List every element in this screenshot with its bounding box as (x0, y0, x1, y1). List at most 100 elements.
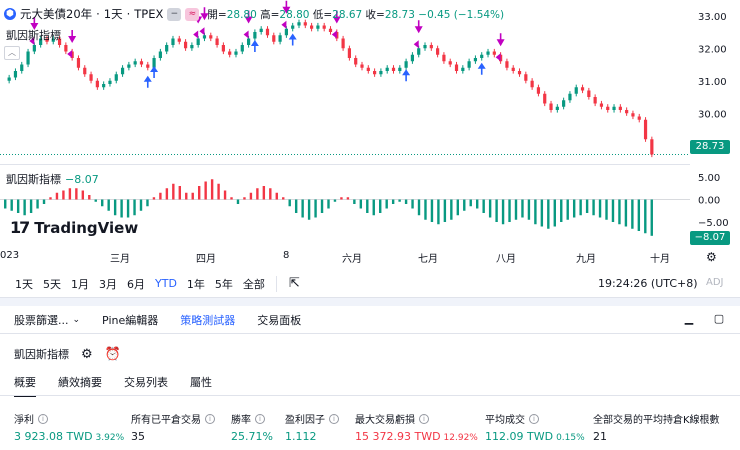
osc-bar (126, 199, 130, 218)
date-range-icon[interactable]: ⇱ (283, 276, 306, 291)
candle-body (625, 110, 629, 114)
symbol-name[interactable]: 元大美債20年 (20, 6, 92, 22)
price-indicator-label[interactable]: 凱因斯指標 (6, 27, 61, 43)
osc-bar (81, 190, 85, 200)
subtab-overview[interactable]: 概要 (14, 374, 36, 397)
info-icon[interactable]: i (255, 413, 265, 424)
range-toolbar: 1天 5天 1月 3月 6月 YTD 1年 5年 全部 ⇱ 19:24:26 (… (0, 270, 740, 298)
time-label: 八月 (496, 254, 516, 265)
time-label: 四月 (196, 254, 216, 265)
pane-divider[interactable] (0, 164, 690, 165)
candle-body (114, 74, 118, 81)
tab-strategy-tester[interactable]: 策略測試器 (180, 312, 235, 328)
strategy-name[interactable]: 凱因斯指標 (14, 346, 69, 362)
candle-body (360, 64, 364, 68)
minimize-icon[interactable]: ▁ (682, 313, 696, 325)
candle-body (391, 67, 396, 71)
range-1m-button[interactable]: 1月 (66, 274, 94, 294)
candle-body (448, 61, 452, 65)
osc-bar (236, 199, 240, 204)
osc-bar (320, 199, 324, 213)
osc-bar (288, 199, 291, 207)
range-3m-button[interactable]: 3月 (94, 274, 122, 294)
osc-bar (185, 192, 188, 200)
candle-body (549, 103, 553, 110)
osc-bar (353, 199, 356, 204)
candle-body (454, 64, 459, 71)
maximize-icon[interactable]: ▢ (712, 313, 726, 325)
candle-body (215, 38, 219, 45)
osc-bar (49, 197, 52, 200)
candle-body (120, 67, 125, 75)
tab-pine-editor[interactable]: Pine編輯器 (102, 312, 158, 328)
subtab-properties[interactable]: 屬性 (190, 374, 212, 397)
tab-trading-panel[interactable]: 交易面板 (257, 312, 301, 328)
candle-body (574, 87, 578, 94)
time-label: 8 (283, 250, 290, 261)
range-6m-button[interactable]: 6月 (122, 274, 150, 294)
candle-body (64, 45, 68, 52)
osc-bar (443, 199, 447, 222)
range-5d-button[interactable]: 5天 (38, 274, 66, 294)
candle-body (253, 32, 257, 39)
candle-body (272, 35, 276, 42)
osc-axis-tick: 0.00 (698, 196, 720, 207)
osc-bar (495, 199, 498, 222)
minus-badge-icon[interactable]: − (167, 7, 182, 21)
range-all-button[interactable]: 全部 (238, 274, 270, 294)
metric-label: 平均成交 (485, 415, 525, 426)
osc-bar (42, 199, 46, 204)
adj-toggle[interactable]: ADJ (706, 277, 724, 288)
osc-bar (553, 199, 556, 227)
subtab-trade-list[interactable]: 交易列表 (124, 374, 168, 397)
tradingview-logo-icon: 𝟭𝟳 (10, 218, 30, 237)
range-ytd-button[interactable]: YTD (150, 275, 182, 292)
range-1d-button[interactable]: 1天 (10, 274, 38, 294)
time-axis[interactable]: 023 三月 四月 8 六月 七月 八月 九月 十月 (0, 246, 690, 266)
buy-signal-icon (143, 75, 152, 88)
symbol-exchange: TPEX (134, 7, 164, 21)
candle-body (373, 71, 377, 75)
osc-bar (275, 192, 278, 200)
time-label: 九月 (576, 254, 596, 265)
approx-badge-icon[interactable]: ≈ (185, 7, 200, 21)
candle-body (606, 106, 610, 110)
tradingview-watermark[interactable]: 𝟭𝟳 TradingView (10, 218, 138, 237)
osc-bar (566, 199, 569, 220)
settings-icon[interactable]: ⚙ (81, 347, 93, 362)
time-label: 三月 (110, 254, 130, 265)
candle-body (366, 67, 370, 71)
oscillator-label[interactable]: 凱因斯指標 −8.07 (6, 171, 99, 187)
info-icon[interactable]: i (205, 413, 215, 424)
candle-body (265, 28, 270, 36)
info-icon[interactable]: i (329, 413, 339, 424)
price-chart[interactable]: 33.0032.0031.0030.0029.00 (0, 0, 740, 165)
candle-body (511, 67, 515, 71)
candle-body (259, 28, 263, 32)
divider (275, 275, 277, 292)
buy-signal-icon (477, 62, 486, 75)
tab-stock-screener[interactable]: 股票篩選... ⌄ (14, 312, 80, 328)
candle-body (246, 38, 251, 45)
osc-bar (527, 199, 531, 220)
osc-bar (398, 199, 401, 202)
ohlc-readout: 開=28.80 高=28.80 低=28.67 收=28.73 −0.45 (−… (207, 7, 504, 22)
exit-marker-icon (495, 53, 501, 62)
osc-bar (256, 188, 259, 200)
gear-icon[interactable]: ⚙ (706, 250, 720, 264)
symbol-interval[interactable]: 1天 (104, 6, 123, 22)
range-5y-button[interactable]: 5年 (210, 274, 238, 294)
candle-body (429, 45, 433, 49)
info-icon[interactable]: i (419, 413, 429, 424)
high-value: 28.80 (279, 8, 310, 21)
info-icon[interactable]: i (38, 413, 48, 424)
candle-body (95, 80, 99, 88)
range-1y-button[interactable]: 1年 (182, 274, 210, 294)
clock-readout[interactable]: 19:24:26 (UTC+8) (598, 277, 698, 290)
subtab-performance[interactable]: 績效摘要 (58, 374, 102, 397)
info-icon[interactable]: i (529, 413, 539, 424)
chevron-up-icon[interactable]: ︿ (4, 46, 20, 60)
alarm-icon[interactable]: ⏰ (105, 347, 121, 362)
osc-bar (178, 186, 181, 200)
time-label: 七月 (418, 254, 438, 265)
